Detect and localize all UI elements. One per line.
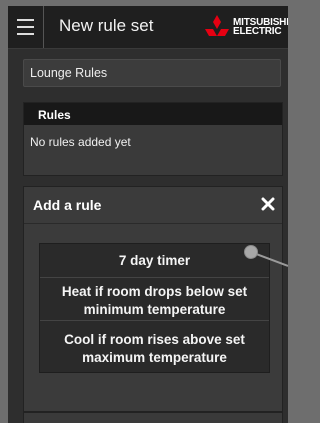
mitsubishi-electric-logo: MITSUBISHI ELECTRIC (203, 14, 288, 42)
option-cool-line-1: Cool if room rises above set (64, 332, 245, 347)
option-heat-rule[interactable]: Heat if room drops below set minimum tem… (40, 278, 269, 321)
page-title: New rule set (59, 16, 154, 35)
callout-pointer-icon (244, 245, 288, 267)
option-7-day-timer[interactable]: 7 day timer (40, 244, 269, 278)
add-rule-panel: Add a rule 7 day timer Heat if room drop… (23, 186, 283, 412)
rules-panel: Rules No rules added yet (23, 102, 283, 176)
option-cool-rule[interactable]: Cool if room rises above set maximum tem… (40, 321, 269, 372)
option-cool-line-2: maximum temperature (82, 350, 227, 365)
add-rule-title: Add a rule (33, 197, 102, 213)
close-x-icon[interactable] (261, 197, 275, 211)
add-rule-header: Add a rule (24, 187, 282, 224)
rules-empty-message: No rules added yet (30, 135, 131, 149)
hamburger-menu-icon[interactable] (8, 6, 44, 48)
logo-text: MITSUBISHI ELECTRIC (233, 18, 288, 37)
option-heat-line-1: Heat if room drops below set (61, 284, 248, 299)
three-diamonds-icon (205, 15, 229, 36)
bottom-panel-edge (23, 412, 283, 423)
option-heat-line-2: minimum temperature (83, 302, 226, 317)
app-window: New rule set MITSUBISHI ELECTRIC Lounge … (8, 6, 288, 423)
top-bar: New rule set MITSUBISHI ELECTRIC (8, 6, 288, 49)
logo-line-2: ELECTRIC (233, 26, 282, 37)
rule-set-name-input[interactable]: Lounge Rules (23, 59, 281, 87)
rule-options-list: 7 day timer Heat if room drops below set… (39, 243, 270, 373)
rules-header: Rules (24, 103, 282, 125)
